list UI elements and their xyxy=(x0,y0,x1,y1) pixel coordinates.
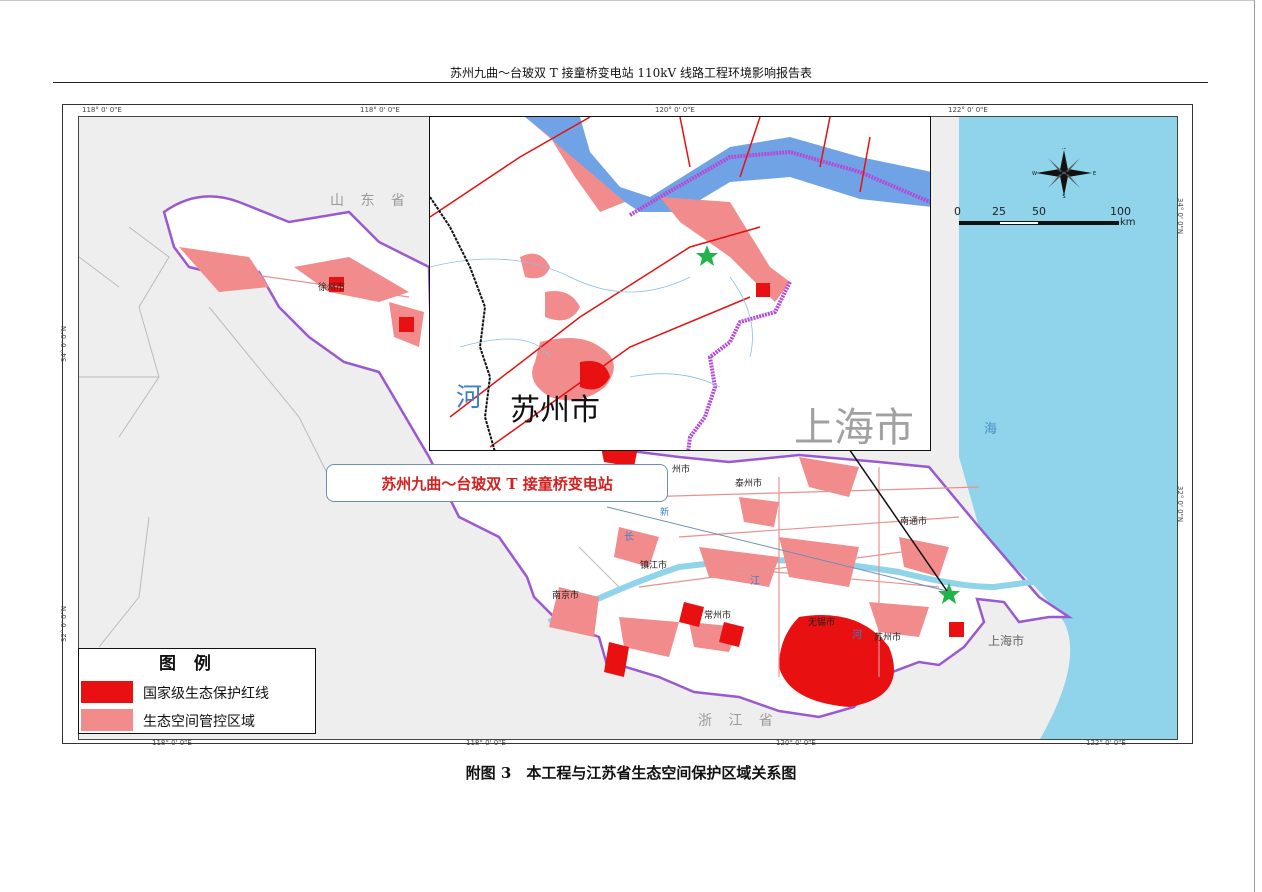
label-nanjing: 南京市 xyxy=(552,591,580,601)
compass-s: S xyxy=(1062,194,1065,198)
tick-bottom-4: 122° 0' 0"E xyxy=(1086,739,1126,747)
label-river-jiang: 江 xyxy=(750,576,760,587)
tick-top-2: 118° 0' 0"E xyxy=(360,106,400,114)
tick-bottom-1: 118° 0' 0"E xyxy=(152,739,192,747)
label-wuxi: 无锡市 xyxy=(808,618,836,628)
station-callout: 苏州九曲～台玻双 T 接童桥变电站 xyxy=(326,464,668,502)
tick-top-3: 120° 0' 0"E xyxy=(655,106,695,114)
tick-left-2: 32° 0' 0"N xyxy=(60,605,69,643)
north-arrow: N S W E xyxy=(1030,145,1098,200)
label-xuzhou: 徐州市 xyxy=(318,283,346,293)
label-shandong: 山 东 省 xyxy=(330,193,411,209)
tick-left-1: 34° 0' 0"N xyxy=(60,325,69,363)
tick-top-4: 122° 0' 0"E xyxy=(948,106,988,114)
label-changzhou: 常州市 xyxy=(704,611,732,621)
scale-segment-1 xyxy=(959,221,999,225)
label-river-xin: 新 xyxy=(660,508,670,518)
report-header-title: 苏州九曲～台玻双 T 接童桥变电站 110kV 线路工程环境影响报告表 xyxy=(449,66,813,80)
legend-label-red-line: 国家级生态保护红线 xyxy=(143,686,269,702)
label-zhejiang: 浙 江 省 xyxy=(698,713,779,729)
scale-label-25: 25 xyxy=(992,205,1006,218)
compass-rose-icon: N S W E xyxy=(1032,145,1096,200)
compass-e: E xyxy=(1093,171,1096,177)
legend-title: 图 例 xyxy=(159,654,217,674)
label-river-chang: 长 xyxy=(624,532,634,543)
tick-top-1: 118° 0' 0"E xyxy=(82,106,122,114)
tick-bottom-3: 120° 0' 0"E xyxy=(776,739,816,747)
compass-w: W xyxy=(1032,171,1037,177)
figure-caption: 附图 3 本工程与江苏省生态空间保护区域关系图 xyxy=(465,764,797,782)
inset-city-label: 苏州市 xyxy=(510,393,600,428)
inset-shanghai-label: 上海市 xyxy=(794,405,914,451)
scale-unit: km xyxy=(1120,217,1136,228)
label-zhenjiang: 镇江市 xyxy=(640,561,668,571)
label-river-he: 河 xyxy=(852,630,862,641)
legend-label-control-zone: 生态空间管控区域 xyxy=(143,714,255,730)
label-suzhou: 苏州市 xyxy=(874,633,902,643)
scale-label-0: 0 xyxy=(954,205,961,218)
compass-n: N xyxy=(1062,148,1066,151)
scale-bar: 0 25 50 100 km xyxy=(954,205,1154,235)
legend: 图 例 国家级生态保护红线 生态空间管控区域 xyxy=(78,648,316,734)
header-rule xyxy=(53,82,1208,83)
label-taizhou: 泰州市 xyxy=(735,479,763,489)
label-nantong: 南通市 xyxy=(900,517,928,527)
legend-swatch-control-zone xyxy=(81,709,133,731)
label-shanghai: 上海市 xyxy=(988,634,1025,648)
inset-river-label: 河 xyxy=(456,383,483,413)
scale-label-50: 50 xyxy=(1032,205,1046,218)
tick-bottom-2: 118° 0' 0"E xyxy=(466,739,506,747)
label-yangzhou: 州市 xyxy=(672,465,691,475)
inset-map[interactable]: 河 苏州市 上海市 xyxy=(429,116,931,451)
label-sea: 海 xyxy=(984,422,998,437)
scale-segment-2 xyxy=(999,221,1039,225)
legend-swatch-red-line xyxy=(81,681,133,703)
scale-segment-3 xyxy=(1039,221,1119,225)
